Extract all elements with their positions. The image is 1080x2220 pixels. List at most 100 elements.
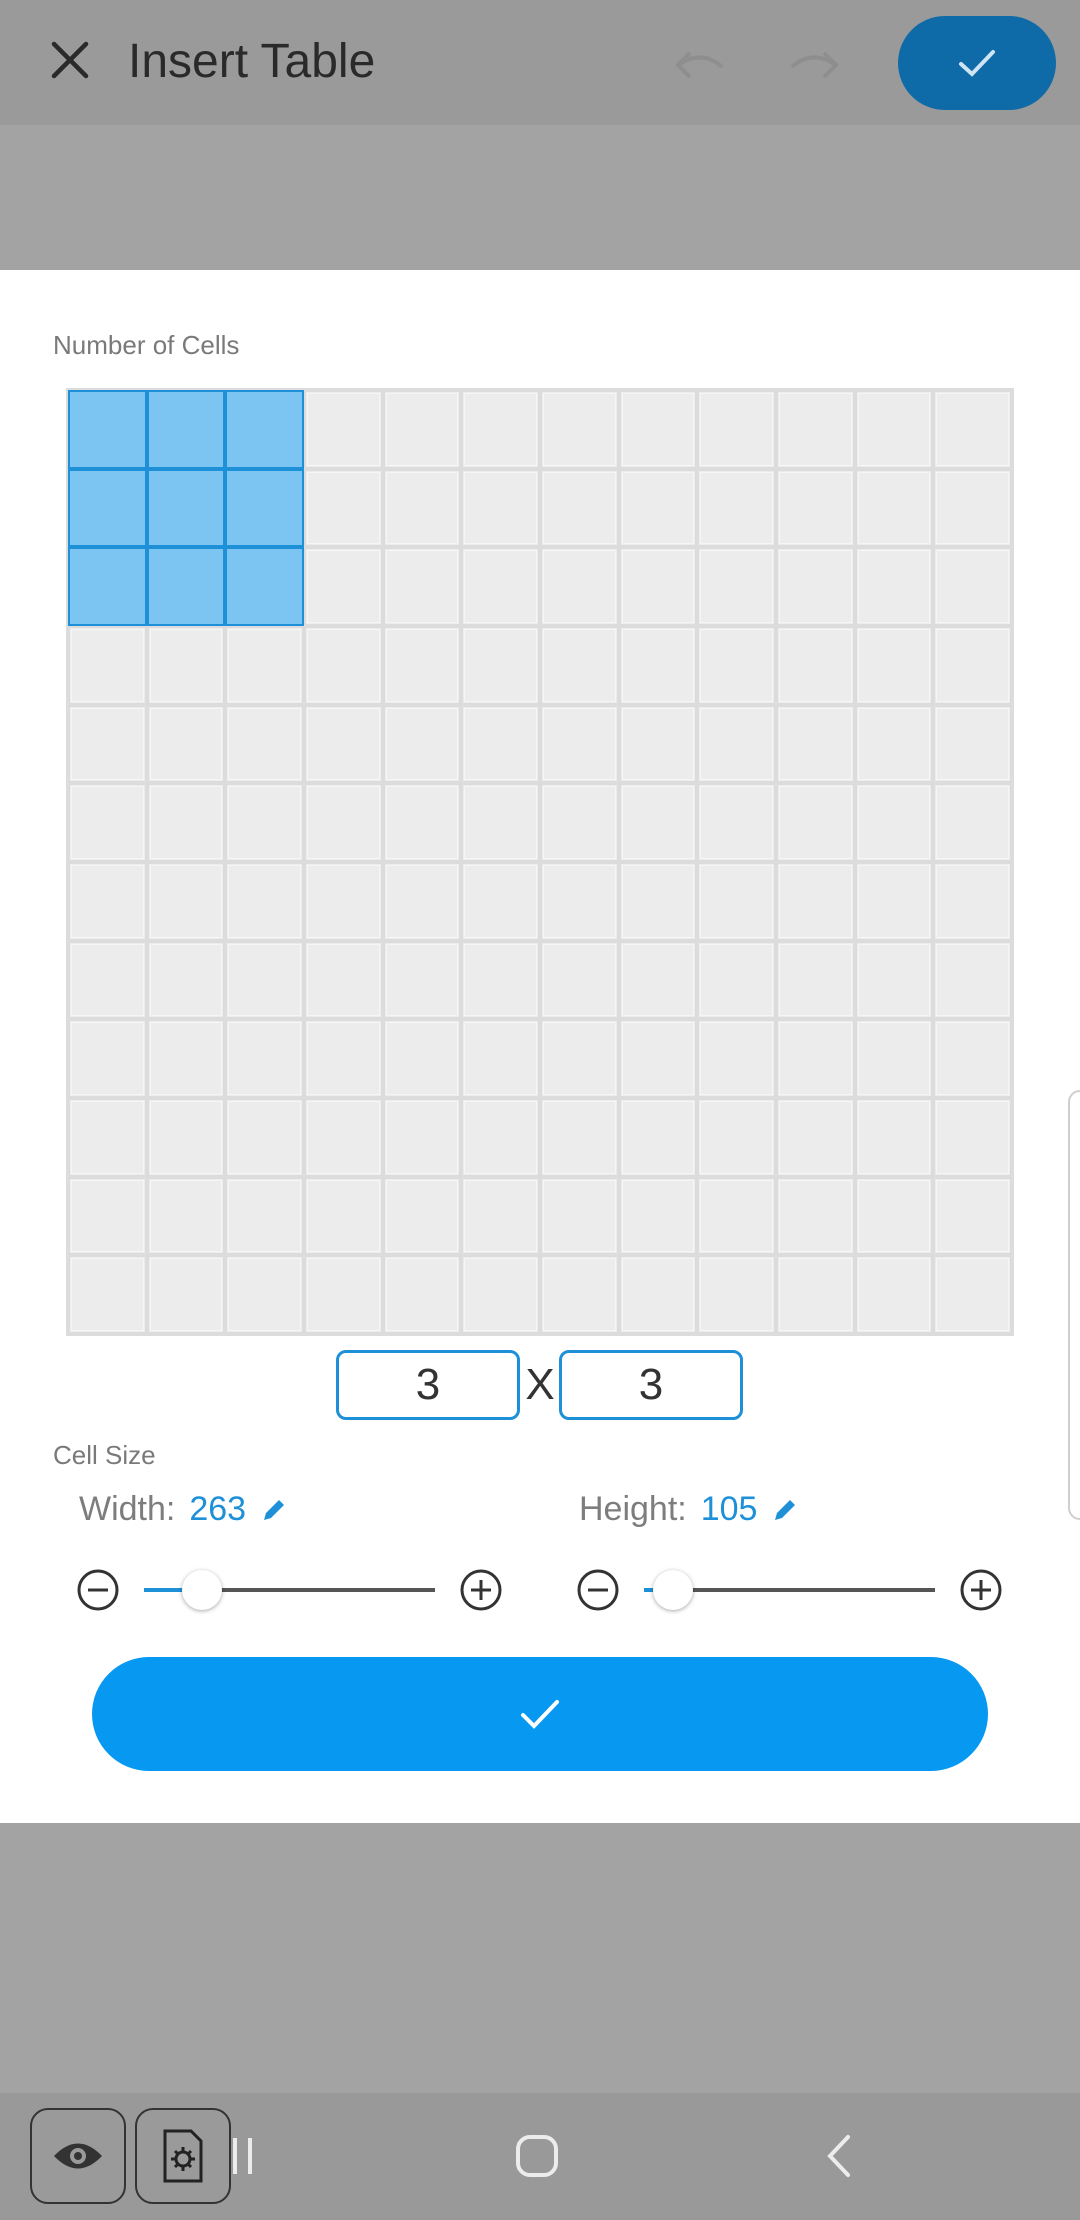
cell-grid[interactable] (66, 388, 1014, 1336)
rows-input[interactable]: 3 (336, 1350, 520, 1420)
grid-cell[interactable] (539, 861, 619, 941)
insert-confirm-button[interactable] (92, 1657, 988, 1771)
grid-cell[interactable] (382, 625, 462, 705)
grid-cell[interactable] (461, 861, 540, 941)
grid-cell[interactable] (303, 861, 383, 941)
grid-cell[interactable] (854, 625, 934, 705)
edge-panel-handle[interactable] (1068, 1090, 1080, 1520)
grid-cell[interactable] (697, 940, 776, 1020)
grid-cell[interactable] (303, 1097, 383, 1177)
grid-cell[interactable] (382, 1176, 462, 1256)
grid-cell[interactable] (146, 783, 226, 862)
grid-cell[interactable] (68, 1255, 147, 1334)
grid-cell[interactable] (775, 1097, 855, 1177)
close-button[interactable] (40, 30, 100, 90)
grid-cell[interactable] (68, 1097, 147, 1177)
grid-cell[interactable] (382, 704, 462, 784)
grid-cell[interactable] (303, 390, 383, 469)
grid-cell[interactable] (68, 468, 147, 548)
grid-cell[interactable] (68, 1019, 147, 1098)
grid-cell[interactable] (854, 704, 934, 784)
grid-cell[interactable] (697, 547, 776, 626)
grid-cell[interactable] (933, 468, 1012, 548)
grid-cell[interactable] (539, 704, 619, 784)
grid-cell[interactable] (539, 1176, 619, 1256)
pencil-icon[interactable] (771, 1496, 799, 1524)
grid-cell[interactable] (775, 547, 855, 626)
width-value[interactable]: 263 (189, 1490, 246, 1529)
grid-cell[interactable] (146, 1255, 226, 1334)
grid-cell[interactable] (854, 1097, 934, 1177)
grid-cell[interactable] (225, 468, 304, 548)
grid-cell[interactable] (933, 1097, 1012, 1177)
grid-cell[interactable] (461, 940, 540, 1020)
grid-cell[interactable] (933, 390, 1012, 469)
width-increase-button[interactable] (459, 1568, 503, 1612)
height-slider[interactable] (644, 1570, 935, 1610)
grid-cell[interactable] (382, 390, 462, 469)
grid-cell[interactable] (146, 1097, 226, 1177)
grid-cell[interactable] (146, 1019, 226, 1098)
grid-cell[interactable] (303, 1176, 383, 1256)
width-slider[interactable] (144, 1570, 435, 1610)
grid-cell[interactable] (697, 861, 776, 941)
back-button[interactable] (805, 2121, 875, 2191)
grid-cell[interactable] (933, 1255, 1012, 1334)
width-decrease-button[interactable] (76, 1568, 120, 1612)
grid-cell[interactable] (68, 704, 147, 784)
grid-cell[interactable] (539, 1255, 619, 1334)
document-settings-button[interactable] (135, 2108, 231, 2204)
grid-cell[interactable] (303, 625, 383, 705)
undo-button[interactable] (670, 40, 730, 90)
grid-cell[interactable] (618, 783, 698, 862)
grid-cell[interactable] (382, 1097, 462, 1177)
grid-cell[interactable] (775, 390, 855, 469)
grid-cell[interactable] (461, 783, 540, 862)
grid-cell[interactable] (775, 861, 855, 941)
grid-cell[interactable] (854, 468, 934, 548)
height-decrease-button[interactable] (576, 1568, 620, 1612)
grid-cell[interactable] (933, 861, 1012, 941)
grid-cell[interactable] (225, 547, 304, 626)
grid-cell[interactable] (775, 783, 855, 862)
height-increase-button[interactable] (959, 1568, 1003, 1612)
appbar-confirm-button[interactable] (898, 16, 1056, 110)
grid-cell[interactable] (618, 390, 698, 469)
grid-cell[interactable] (225, 861, 304, 941)
grid-cell[interactable] (933, 783, 1012, 862)
grid-cell[interactable] (775, 940, 855, 1020)
grid-cell[interactable] (461, 1255, 540, 1334)
columns-input[interactable]: 3 (559, 1350, 743, 1420)
grid-cell[interactable] (68, 390, 147, 469)
grid-cell[interactable] (303, 704, 383, 784)
grid-cell[interactable] (225, 625, 304, 705)
grid-cell[interactable] (461, 625, 540, 705)
grid-cell[interactable] (697, 783, 776, 862)
home-button[interactable] (502, 2121, 572, 2191)
grid-cell[interactable] (854, 1019, 934, 1098)
grid-cell[interactable] (68, 783, 147, 862)
grid-cell[interactable] (146, 625, 226, 705)
grid-cell[interactable] (225, 940, 304, 1020)
grid-cell[interactable] (303, 1019, 383, 1098)
grid-cell[interactable] (539, 1019, 619, 1098)
grid-cell[interactable] (225, 704, 304, 784)
grid-cell[interactable] (68, 940, 147, 1020)
grid-cell[interactable] (618, 1176, 698, 1256)
grid-cell[interactable] (618, 1097, 698, 1177)
grid-cell[interactable] (697, 1176, 776, 1256)
redo-button[interactable] (784, 40, 844, 90)
grid-cell[interactable] (303, 1255, 383, 1334)
grid-cell[interactable] (775, 1255, 855, 1334)
grid-cell[interactable] (225, 1097, 304, 1177)
grid-cell[interactable] (618, 861, 698, 941)
grid-cell[interactable] (854, 861, 934, 941)
grid-cell[interactable] (146, 1176, 226, 1256)
grid-cell[interactable] (382, 940, 462, 1020)
grid-cell[interactable] (618, 1255, 698, 1334)
grid-cell[interactable] (382, 1255, 462, 1334)
grid-cell[interactable] (382, 468, 462, 548)
grid-cell[interactable] (854, 390, 934, 469)
grid-cell[interactable] (225, 783, 304, 862)
grid-cell[interactable] (775, 704, 855, 784)
